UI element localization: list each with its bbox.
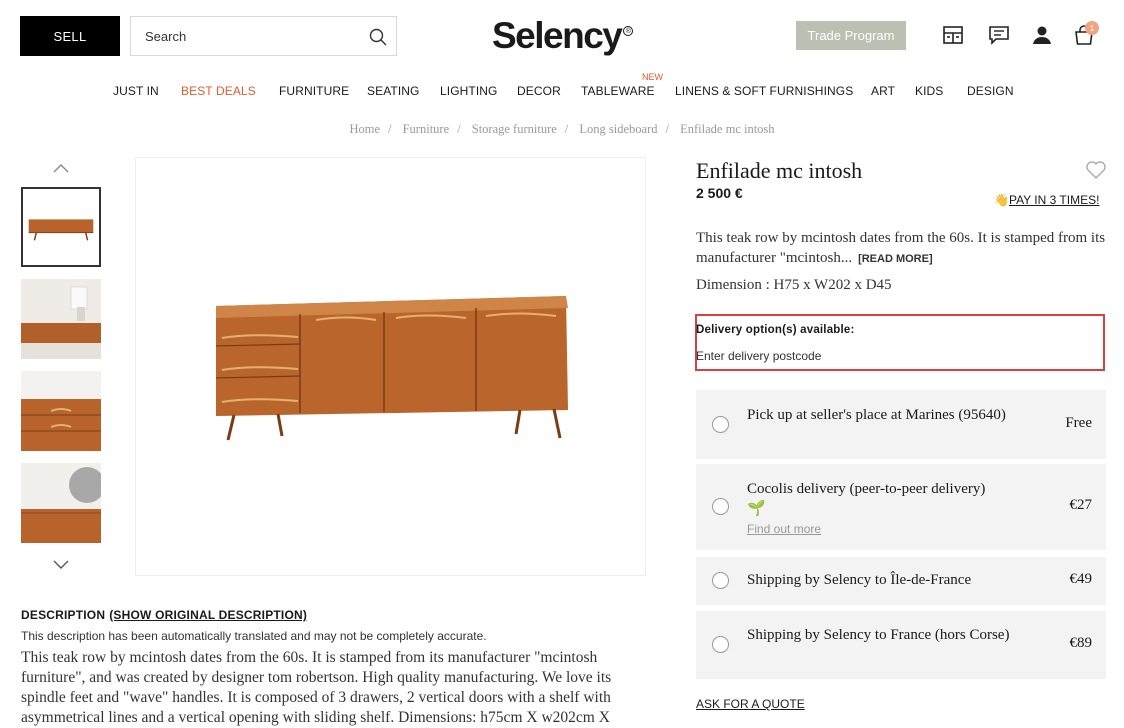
breadcrumb-item[interactable]: Storage furniture	[472, 122, 557, 136]
thumbnail-3[interactable]	[21, 371, 101, 451]
sideboard-thumbnail-image	[23, 189, 99, 265]
breadcrumb-current: Enfilade mc intosh	[680, 122, 775, 136]
nav-item-design[interactable]: DESIGN	[967, 84, 1014, 98]
thumbnail-2[interactable]	[21, 279, 101, 359]
description-body: This teak row by mcintosh dates from the…	[21, 649, 612, 726]
radio-pickup[interactable]	[712, 416, 729, 433]
search-icon[interactable]	[368, 27, 388, 47]
breadcrumb-separator: /	[388, 122, 392, 136]
seedling-emoji: 🌱	[747, 501, 766, 517]
nav-item-art[interactable]: ART	[871, 84, 895, 98]
show-original-toggle[interactable]: (SHOW ORIGINAL DESCRIPTION)	[109, 608, 307, 622]
option-text: Shipping by Selency to Île-de-France	[747, 572, 972, 588]
search-input[interactable]	[145, 28, 345, 44]
main-nav: JUST IN BEST DEALS FURNITURE SEATING LIG…	[0, 84, 1124, 100]
option-text-label: Cocolis delivery (peer-to-peer delivery)	[747, 481, 986, 497]
heart-icon[interactable]	[1085, 160, 1107, 180]
breadcrumb-separator: /	[457, 122, 461, 136]
chevron-down-icon[interactable]	[52, 559, 70, 571]
logo-registered-mark: ®	[623, 26, 634, 36]
selency-logo[interactable]: Selency ®	[492, 14, 634, 58]
store-icon[interactable]	[942, 24, 964, 46]
cart-count-badge: 1	[1085, 21, 1099, 35]
radio-idf[interactable]	[712, 572, 729, 589]
nav-item-just-in[interactable]: JUST IN	[113, 84, 159, 98]
ask-for-quote-link[interactable]: ASK FOR A QUOTE	[696, 697, 805, 711]
chevron-up-icon[interactable]	[52, 162, 70, 174]
product-title: Enfilade mc intosh	[696, 158, 863, 183]
find-out-more-link[interactable]: Find out more	[747, 522, 821, 536]
sell-button[interactable]: SELL	[20, 16, 120, 56]
chat-icon[interactable]	[988, 24, 1010, 46]
radio-france[interactable]	[712, 636, 729, 653]
option-text: Shipping by Selency to France (hors Cors…	[747, 627, 1010, 643]
breadcrumb-item[interactable]: Furniture	[403, 122, 450, 136]
breadcrumb: Home / Furniture / Storage furniture / Long…	[0, 122, 1124, 137]
breadcrumb-item[interactable]: Home	[349, 122, 380, 136]
description-heading: DESCRIPTION (SHOW ORIGINAL DESCRIPTION)	[21, 608, 307, 622]
product-price: 2 500 €	[696, 185, 743, 201]
drawers-thumbnail-image	[21, 371, 101, 451]
pay-in-3-label[interactable]: PAY IN 3 TIMES!	[1009, 193, 1099, 207]
wave-emoji: 👋	[994, 193, 1009, 207]
nav-item-lighting[interactable]: LIGHTING	[440, 84, 497, 98]
postcode-input[interactable]	[696, 349, 996, 363]
search-bar[interactable]	[130, 16, 397, 56]
option-text: Pick up at seller's place at Marines (95…	[747, 407, 1006, 423]
pay-in-3-link[interactable]: 👋PAY IN 3 TIMES!	[994, 193, 1099, 207]
breadcrumb-separator: /	[564, 122, 569, 136]
delivery-option-pickup[interactable]: Pick up at seller's place at Marines (95…	[696, 390, 1106, 459]
description-title: DESCRIPTION	[21, 608, 106, 622]
option-price: Free	[1065, 415, 1092, 431]
trade-program-button[interactable]: Trade Program	[796, 21, 906, 50]
detail-thumbnail-image	[21, 463, 101, 543]
translation-note: This description has been automatically …	[21, 629, 487, 643]
nav-item-linens[interactable]: LINENS & SOFT FURNISHINGS	[675, 84, 853, 98]
delivery-option-cocolis[interactable]: Cocolis delivery (peer-to-peer delivery)…	[696, 464, 1106, 550]
delivery-option-idf[interactable]: Shipping by Selency to Île-de-France €49	[696, 557, 1106, 605]
delivery-postcode-box: Delivery option(s) available:	[695, 314, 1105, 371]
breadcrumb-item[interactable]: Long sideboard	[579, 122, 657, 136]
logo-text: Selency	[492, 15, 623, 56]
nav-item-tableware[interactable]: TABLEWARE	[581, 84, 655, 98]
option-price: €27	[1069, 497, 1093, 513]
nav-item-furniture[interactable]: FURNITURE	[279, 84, 349, 98]
main-product-image[interactable]	[135, 157, 646, 576]
nav-item-seating[interactable]: SEATING	[367, 84, 420, 98]
read-more-button[interactable]: [READ MORE]	[858, 253, 933, 265]
option-price: €49	[1069, 571, 1093, 587]
breadcrumb-separator: /	[665, 122, 669, 136]
nav-item-kids[interactable]: KIDS	[915, 84, 943, 98]
radio-cocolis[interactable]	[712, 498, 729, 515]
option-text: Cocolis delivery (peer-to-peer delivery)…	[747, 479, 1012, 519]
nav-item-best-deals[interactable]: BEST DEALS	[181, 84, 256, 98]
account-icon[interactable]	[1031, 24, 1053, 46]
delivery-option-france[interactable]: Shipping by Selency to France (hors Cors…	[696, 611, 1106, 679]
short-description: This teak row by mcintosh dates from the…	[696, 228, 1106, 269]
new-badge: NEW	[642, 72, 663, 82]
room-thumbnail-image	[21, 279, 101, 359]
thumbnail-4[interactable]	[21, 463, 101, 543]
dimensions: Dimension : H75 x W202 x D45	[696, 277, 892, 293]
option-price: €89	[1069, 635, 1093, 651]
thumbnail-1[interactable]	[21, 187, 101, 267]
delivery-label: Delivery option(s) available:	[696, 324, 855, 336]
nav-item-decor[interactable]: DECOR	[517, 84, 561, 98]
sideboard-image	[136, 158, 645, 575]
